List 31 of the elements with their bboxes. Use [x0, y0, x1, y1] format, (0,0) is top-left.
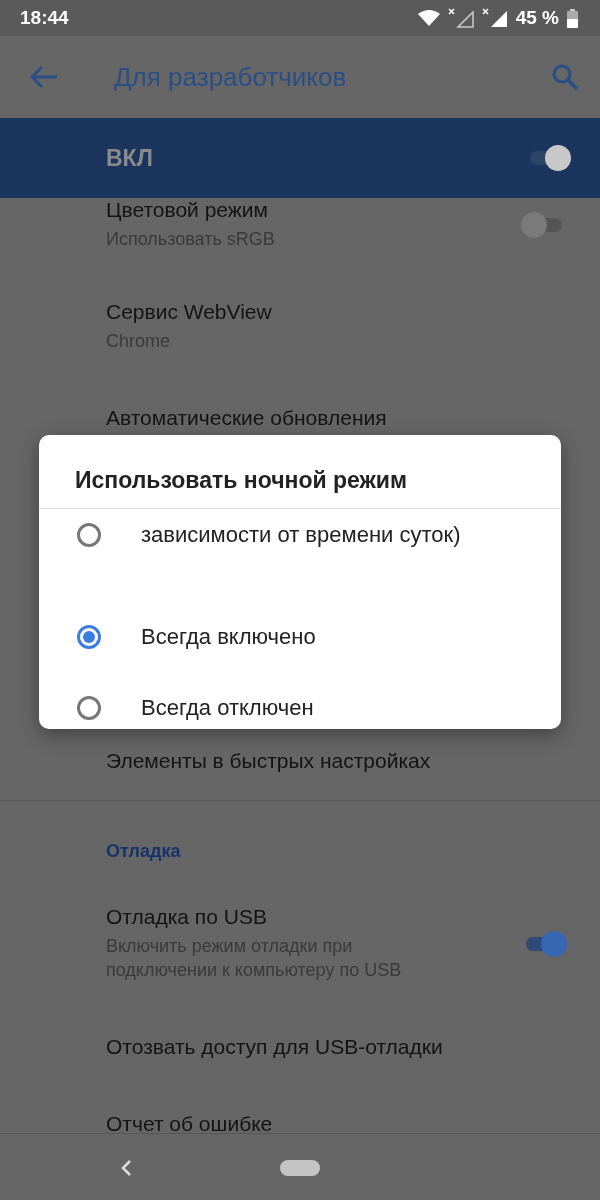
- section-header: Отладка: [106, 841, 181, 862]
- search-icon: [552, 64, 578, 90]
- battery-percent: 45 %: [515, 7, 559, 29]
- radio-option[interactable]: Всегда включено: [39, 597, 561, 668]
- radio-option[interactable]: Всегда отключен: [39, 668, 561, 729]
- back-arrow-icon: [30, 65, 58, 89]
- master-switch-label: ВКЛ: [106, 144, 154, 172]
- setting-title[interactable]: Элементы в быстрых настройках: [106, 749, 568, 773]
- radio-button[interactable]: [77, 696, 101, 720]
- setting-title[interactable]: Отозвать доступ для USB-отладки: [106, 1035, 568, 1059]
- setting-title[interactable]: Сервис WebView: [106, 300, 568, 324]
- home-button[interactable]: [280, 1160, 320, 1176]
- setting-title[interactable]: Отладка по USB: [106, 905, 520, 929]
- radio-button[interactable]: [77, 523, 101, 547]
- option-label: Всегда включено: [141, 623, 316, 651]
- option-label: Всегда отключен: [141, 694, 314, 722]
- setting-title[interactable]: Автоматические обновления: [106, 406, 568, 430]
- wifi-icon: [417, 10, 440, 26]
- no-signal-icon: [481, 8, 508, 28]
- no-signal-icon: [447, 8, 474, 28]
- dialog-title: Использовать ночной режим: [39, 435, 561, 509]
- back-chevron-icon: [120, 1159, 132, 1177]
- setting-title[interactable]: Отчет об ошибке: [106, 1112, 568, 1136]
- option-label: зависимости от времени суток): [141, 521, 461, 549]
- nav-back-button[interactable]: [120, 1159, 132, 1177]
- radio-button[interactable]: [77, 625, 101, 649]
- status-time: 18:44: [20, 7, 69, 29]
- toolbar-title: Для разработчиков: [114, 61, 348, 93]
- setting-title[interactable]: Цветовой режим: [106, 198, 520, 222]
- battery-icon: [567, 8, 578, 28]
- radio-option[interactable]: зависимости от времени суток): [39, 509, 561, 597]
